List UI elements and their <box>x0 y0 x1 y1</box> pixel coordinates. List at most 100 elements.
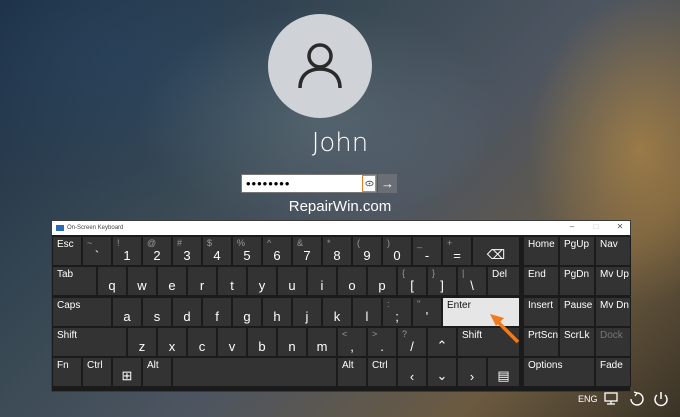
key-ctrl-right[interactable]: Ctrl <box>367 357 397 387</box>
submit-button[interactable]: → <box>378 174 397 193</box>
key-z[interactable]: z <box>127 327 157 357</box>
key-options[interactable]: Options <box>523 357 595 387</box>
key-menu[interactable]: ▤ <box>487 357 520 387</box>
key-punct-10-char: ' <box>425 309 429 324</box>
key-scrlk[interactable]: ScrLk <box>559 327 595 357</box>
key--[interactable]: _ - <box>412 236 442 266</box>
key-y[interactable]: y <box>247 266 277 296</box>
key-6-shift-label: ^ <box>267 238 272 248</box>
key-k[interactable]: k <box>322 297 352 327</box>
key-prtscn[interactable]: PrtScn <box>523 327 559 357</box>
power-icon[interactable] <box>652 391 670 407</box>
key-8[interactable]: * 8 <box>322 236 352 266</box>
key-f[interactable]: f <box>202 297 232 327</box>
eye-icon[interactable] <box>362 175 376 192</box>
key-end[interactable]: End <box>523 266 559 296</box>
key-down[interactable]: ⌄ <box>427 357 457 387</box>
key-bracket-10-shift-label: { <box>402 268 406 278</box>
key-d[interactable]: d <box>172 297 202 327</box>
key-punct-9[interactable]: :; <box>382 297 412 327</box>
key-shift-left[interactable]: Shift <box>52 327 127 357</box>
minimize-icon[interactable]: – <box>566 222 578 231</box>
key-left[interactable]: ‹ <box>397 357 427 387</box>
key-insert[interactable]: Insert <box>523 297 559 327</box>
key-m-char: m <box>316 339 328 354</box>
key-nav-label: Nav <box>600 239 618 250</box>
key-punct-8[interactable]: >. <box>367 327 397 357</box>
key-r-char: r <box>199 278 205 293</box>
key-pgup[interactable]: PgUp <box>559 236 595 266</box>
key-punct-10[interactable]: " ' <box>412 297 442 327</box>
key-esc[interactable]: Esc <box>52 236 82 266</box>
key-alt-right[interactable]: Alt <box>337 357 367 387</box>
key-alt-left-label: Alt <box>147 360 159 371</box>
key-9[interactable]: (9 <box>352 236 382 266</box>
key-mvdn[interactable]: Mv Dn <box>595 297 631 327</box>
key-windows[interactable]: ⊞ <box>112 357 142 387</box>
network-icon[interactable] <box>602 391 620 407</box>
key-=[interactable]: + = <box>442 236 472 266</box>
key-c[interactable]: c <box>187 327 217 357</box>
key-caps[interactable]: Caps <box>52 297 112 327</box>
close-icon[interactable]: ✕ <box>614 222 626 231</box>
key-dock[interactable]: Dock <box>595 327 631 357</box>
key-fn[interactable]: Fn <box>52 357 82 387</box>
key-u[interactable]: u <box>277 266 307 296</box>
key-w[interactable]: w <box>127 266 157 296</box>
key-e[interactable]: e <box>157 266 187 296</box>
key-bracket-11[interactable]: }] <box>427 266 457 296</box>
key-`[interactable]: ~ ` <box>82 236 112 266</box>
key-punct-7[interactable]: <, <box>337 327 367 357</box>
key-mvup-label: Mv Up <box>600 269 629 280</box>
key-v[interactable]: v <box>217 327 247 357</box>
key-0[interactable]: ) 0 <box>382 236 412 266</box>
key-6[interactable]: ^ 6 <box>262 236 292 266</box>
key-3[interactable]: #3 <box>172 236 202 266</box>
key-tab[interactable]: Tab <box>52 266 97 296</box>
key-bracket-12[interactable]: | \ <box>457 266 487 296</box>
key-home[interactable]: Home <box>523 236 559 266</box>
osk-titlebar[interactable]: On-Screen Keyboard – □ ✕ <box>52 221 630 235</box>
key-2[interactable]: @2 <box>142 236 172 266</box>
key-right[interactable]: › <box>457 357 487 387</box>
key-j[interactable]: j <box>292 297 322 327</box>
key-g[interactable]: g <box>232 297 262 327</box>
maximize-icon[interactable]: □ <box>590 222 602 231</box>
key-space[interactable] <box>172 357 337 387</box>
user-name: John <box>311 128 369 158</box>
key-pgdn[interactable]: PgDn <box>559 266 595 296</box>
key-o[interactable]: o <box>337 266 367 296</box>
key-7[interactable]: & 7 <box>292 236 322 266</box>
key-x[interactable]: x <box>157 327 187 357</box>
key-ctrl-left[interactable]: Ctrl <box>82 357 112 387</box>
key-fade[interactable]: Fade <box>595 357 631 387</box>
key-p[interactable]: p <box>367 266 397 296</box>
key-nav[interactable]: Nav <box>595 236 631 266</box>
password-field[interactable]: •••••••• <box>241 174 377 193</box>
key-s[interactable]: s <box>142 297 172 327</box>
key-b[interactable]: b <box>247 327 277 357</box>
key-i[interactable]: i <box>307 266 337 296</box>
key-r[interactable]: r <box>187 266 217 296</box>
key-up[interactable]: ⌃ <box>427 327 457 357</box>
key-a[interactable]: a <box>112 297 142 327</box>
key-alt-left[interactable]: Alt <box>142 357 172 387</box>
key-h[interactable]: h <box>262 297 292 327</box>
key-1[interactable]: ! 1 <box>112 236 142 266</box>
key-n[interactable]: n <box>277 327 307 357</box>
key-t[interactable]: t <box>217 266 247 296</box>
key-bracket-10[interactable]: {[ <box>397 266 427 296</box>
key-backspace[interactable]: ⌫ <box>472 236 520 266</box>
key-mvup[interactable]: Mv Up <box>595 266 631 296</box>
key-4[interactable]: $4 <box>202 236 232 266</box>
key-bracket-10-char: [ <box>410 278 414 293</box>
key-m[interactable]: m <box>307 327 337 357</box>
language-indicator[interactable]: ENG <box>578 394 598 404</box>
ease-of-access-icon[interactable] <box>628 391 646 407</box>
key-del[interactable]: Del <box>487 266 520 296</box>
key-punct-9[interactable]: ? / <box>397 327 427 357</box>
key-q[interactable]: q <box>97 266 127 296</box>
key-pause[interactable]: Pause <box>559 297 595 327</box>
key-5[interactable]: % 5 <box>232 236 262 266</box>
key-l[interactable]: l <box>352 297 382 327</box>
